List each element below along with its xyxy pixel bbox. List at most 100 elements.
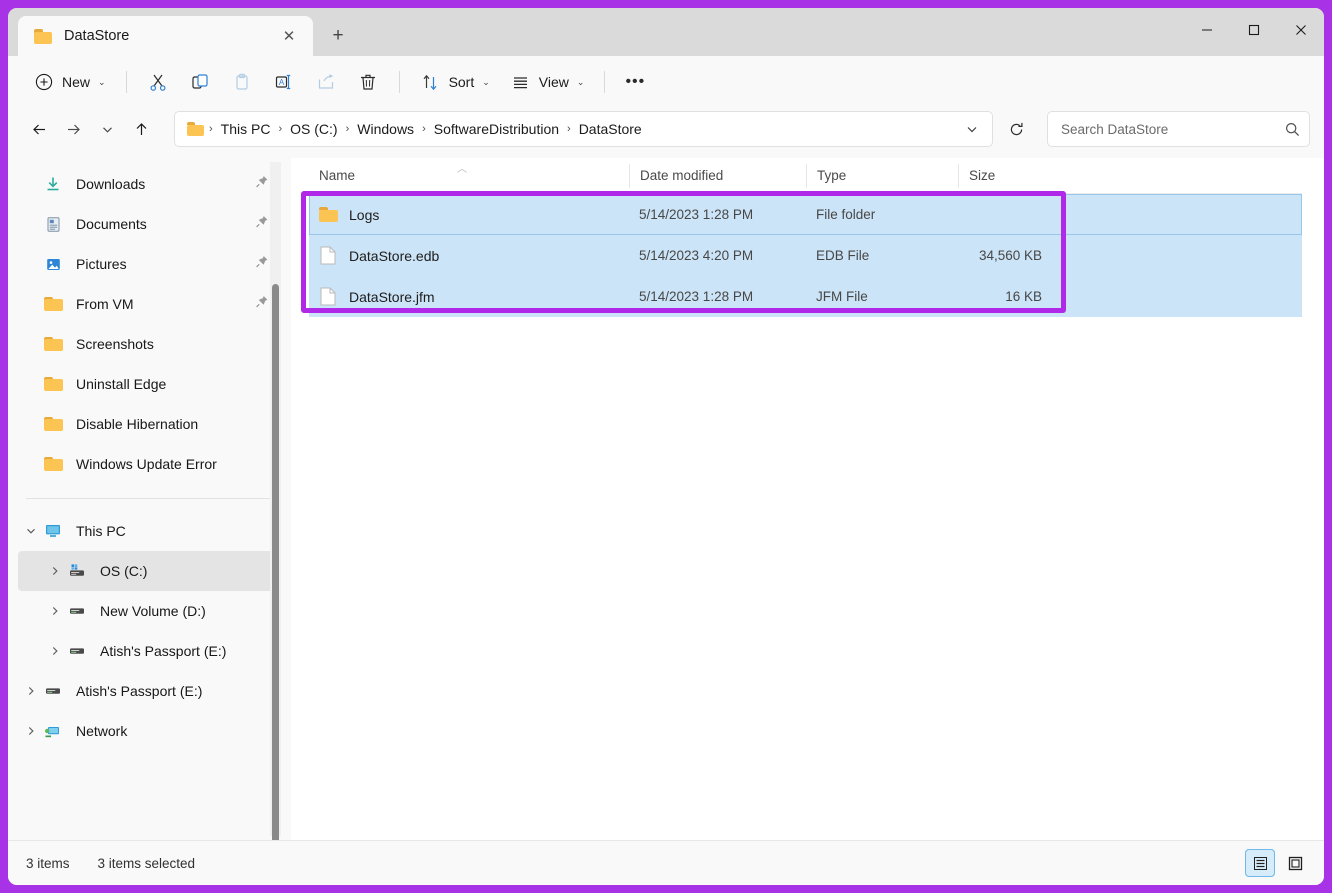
chevron-right-icon[interactable] bbox=[46, 602, 64, 620]
navigation-pane: Downloads Documents bbox=[8, 158, 291, 840]
sort-button[interactable]: Sort ⌄ bbox=[411, 64, 499, 100]
breadcrumb-item-os-c[interactable]: OS (C:) bbox=[283, 117, 344, 141]
sidebar-scrollbar-thumb[interactable] bbox=[272, 284, 279, 840]
pin-icon[interactable] bbox=[255, 175, 269, 194]
sidebar-item-label: OS (C:) bbox=[100, 563, 147, 579]
minimize-icon[interactable] bbox=[1183, 8, 1230, 52]
sidebar-item-os-c[interactable]: OS (C:) bbox=[18, 551, 279, 591]
drive-icon bbox=[66, 642, 88, 660]
delete-button[interactable] bbox=[348, 64, 388, 100]
more-options-button[interactable]: ••• bbox=[616, 64, 654, 100]
large-icons-view-button[interactable] bbox=[1280, 849, 1310, 877]
view-icon bbox=[510, 71, 532, 93]
sidebar-item-documents[interactable]: Documents bbox=[18, 204, 279, 244]
paste-button bbox=[222, 64, 262, 100]
rename-button[interactable]: A bbox=[264, 64, 304, 100]
new-button[interactable]: New ⌄ bbox=[24, 64, 115, 100]
sidebar-item-atishs-passport-e-nested[interactable]: Atish's Passport (E:) bbox=[18, 631, 279, 671]
sidebar-item-atishs-passport-e[interactable]: Atish's Passport (E:) bbox=[18, 671, 279, 711]
copy-button[interactable] bbox=[180, 64, 220, 100]
pin-icon[interactable] bbox=[255, 215, 269, 234]
tab-datastore[interactable]: DataStore ✕ bbox=[18, 16, 313, 56]
up-button[interactable] bbox=[124, 112, 158, 146]
sidebar-item-network[interactable]: Network bbox=[18, 711, 279, 751]
table-row[interactable]: DataStore.jfm 5/14/2023 1:28 PM JFM File… bbox=[309, 276, 1302, 317]
sidebar-item-label: Windows Update Error bbox=[76, 456, 217, 472]
sort-ascending-icon: ︿ bbox=[457, 160, 467, 175]
sidebar-item-windows-update-error[interactable]: Windows Update Error bbox=[18, 444, 279, 484]
column-header-size[interactable]: Size bbox=[958, 164, 1056, 188]
recent-locations-button[interactable] bbox=[90, 112, 124, 146]
drive-icon bbox=[42, 682, 64, 700]
refresh-button[interactable] bbox=[999, 112, 1033, 146]
file-size: 34,560 KB bbox=[958, 248, 1056, 263]
sidebar-item-pictures[interactable]: Pictures bbox=[18, 244, 279, 284]
trash-icon bbox=[357, 71, 379, 93]
sidebar-item-uninstall-edge[interactable]: Uninstall Edge bbox=[18, 364, 279, 404]
view-button[interactable]: View ⌄ bbox=[501, 64, 594, 100]
pin-icon[interactable] bbox=[255, 255, 269, 274]
file-type: File folder bbox=[806, 207, 958, 222]
ellipsis-icon: ••• bbox=[625, 73, 645, 91]
sidebar-item-disable-hibernation[interactable]: Disable Hibernation bbox=[18, 404, 279, 444]
download-icon bbox=[42, 175, 64, 193]
chevron-down-icon[interactable] bbox=[22, 522, 40, 540]
forward-button[interactable] bbox=[56, 112, 90, 146]
address-bar: › This PC › OS (C:) › Windows › Software… bbox=[8, 108, 1324, 158]
sidebar-item-label: Screenshots bbox=[76, 336, 154, 352]
sidebar-item-label: Disable Hibernation bbox=[76, 416, 198, 432]
tab-title: DataStore bbox=[64, 28, 275, 44]
chevron-down-icon: ⌄ bbox=[482, 77, 490, 88]
maximize-icon[interactable] bbox=[1230, 8, 1277, 52]
network-icon bbox=[42, 722, 64, 740]
column-header-type[interactable]: Type bbox=[806, 164, 958, 188]
svg-text:A: A bbox=[278, 78, 284, 87]
search-box[interactable] bbox=[1047, 111, 1310, 147]
table-row[interactable]: DataStore.edb 5/14/2023 4:20 PM EDB File… bbox=[309, 235, 1302, 276]
breadcrumb[interactable]: › This PC › OS (C:) › Windows › Software… bbox=[174, 111, 993, 147]
share-button bbox=[306, 64, 346, 100]
sidebar-item-label: Atish's Passport (E:) bbox=[100, 643, 226, 659]
sidebar-item-screenshots[interactable]: Screenshots bbox=[18, 324, 279, 364]
sidebar-scroll-content: Downloads Documents bbox=[8, 158, 291, 751]
column-header-name[interactable]: Name ︿ bbox=[309, 164, 629, 188]
new-tab-button[interactable]: + bbox=[319, 19, 357, 53]
folder-icon bbox=[42, 297, 64, 312]
breadcrumb-item-windows[interactable]: Windows bbox=[350, 117, 421, 141]
sidebar-item-new-volume-d[interactable]: New Volume (D:) bbox=[18, 591, 279, 631]
pin-icon[interactable] bbox=[255, 295, 269, 314]
sidebar-item-this-pc[interactable]: This PC bbox=[18, 511, 279, 551]
details-view-button[interactable] bbox=[1245, 849, 1275, 877]
close-icon[interactable]: ✕ bbox=[275, 22, 303, 50]
cut-button[interactable] bbox=[138, 64, 178, 100]
chevron-right-icon[interactable] bbox=[22, 682, 40, 700]
column-header-label: Size bbox=[969, 168, 995, 183]
chevron-right-icon[interactable] bbox=[46, 562, 64, 580]
breadcrumb-item-datastore[interactable]: DataStore bbox=[572, 117, 649, 141]
search-input[interactable] bbox=[1061, 122, 1284, 137]
toolbar-divider bbox=[399, 71, 400, 93]
sidebar-scrollbar[interactable] bbox=[270, 162, 281, 836]
sidebar-item-label: This PC bbox=[76, 523, 126, 539]
sidebar-item-from-vm[interactable]: From VM bbox=[18, 284, 279, 324]
file-name: DataStore.jfm bbox=[339, 289, 629, 305]
column-header-date-modified[interactable]: Date modified bbox=[629, 164, 806, 188]
table-row[interactable]: Logs 5/14/2023 1:28 PM File folder bbox=[309, 194, 1302, 235]
chevron-right-icon[interactable] bbox=[22, 722, 40, 740]
file-date-modified: 5/14/2023 4:20 PM bbox=[629, 248, 806, 263]
sidebar-item-label: Uninstall Edge bbox=[76, 376, 166, 392]
breadcrumb-item-this-pc[interactable]: This PC bbox=[214, 117, 278, 141]
file-list-pane: Name ︿ Date modified Type Size Logs 5/14… bbox=[291, 158, 1324, 840]
sidebar-item-downloads[interactable]: Downloads bbox=[18, 164, 279, 204]
chevron-right-icon[interactable] bbox=[46, 642, 64, 660]
back-button[interactable] bbox=[22, 112, 56, 146]
folder-icon bbox=[187, 122, 204, 136]
chevron-down-icon[interactable] bbox=[958, 114, 986, 144]
close-icon[interactable] bbox=[1277, 8, 1324, 52]
chevron-down-icon: ⌄ bbox=[577, 77, 585, 88]
file-size: 16 KB bbox=[958, 289, 1056, 304]
search-icon[interactable] bbox=[1284, 121, 1301, 138]
breadcrumb-item-softwaredistribution[interactable]: SoftwareDistribution bbox=[427, 117, 566, 141]
selected-count-label: 3 items selected bbox=[98, 856, 196, 871]
file-icon bbox=[317, 287, 339, 306]
